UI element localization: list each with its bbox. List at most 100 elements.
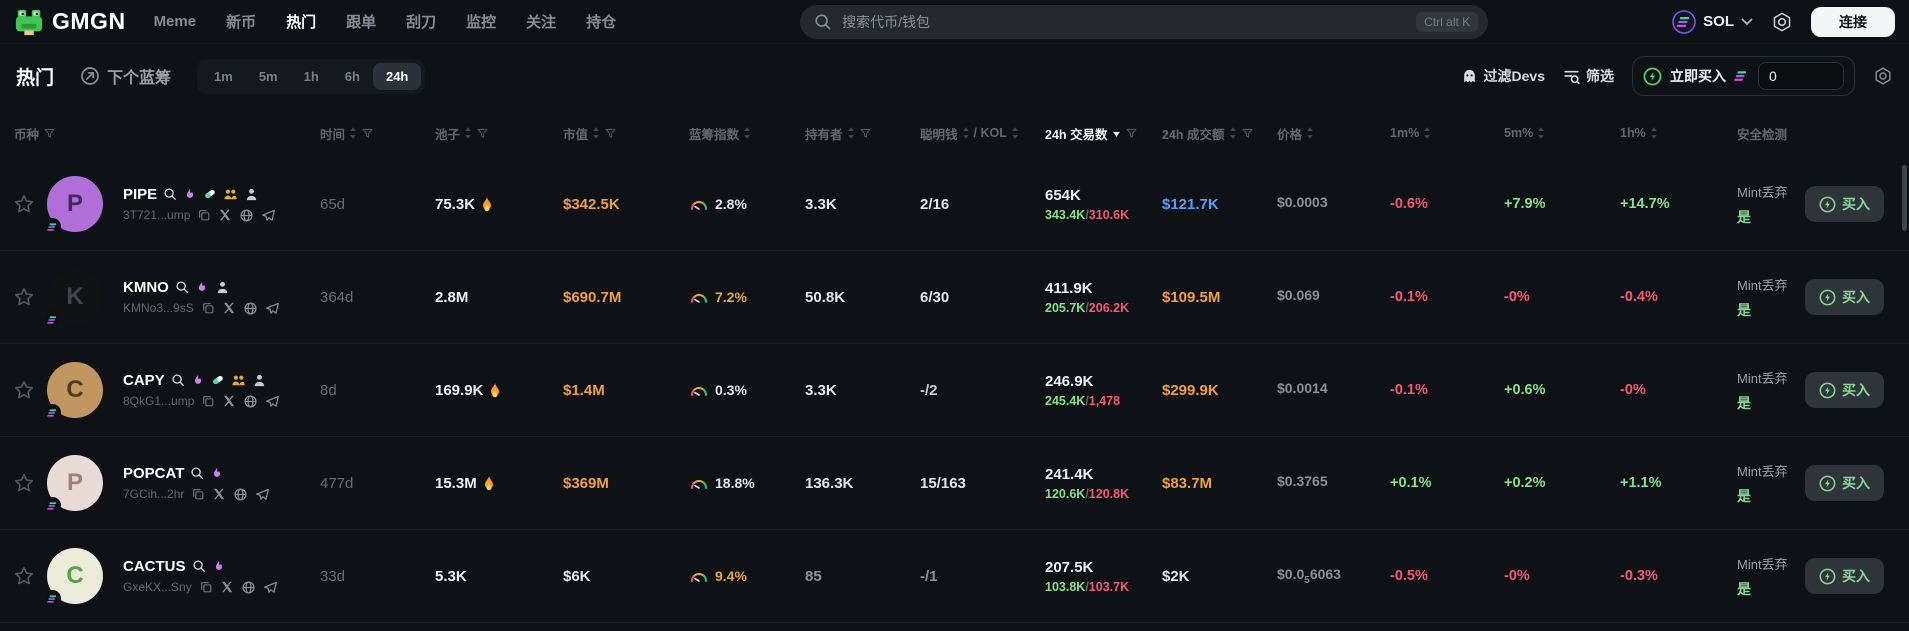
favorite-star-icon[interactable] [14,194,34,214]
timeframe-5m[interactable]: 5m [246,63,291,90]
sort-icon[interactable] [1011,126,1019,140]
copy-icon[interactable] [201,394,215,408]
funnel-icon[interactable] [604,127,617,140]
funnel-icon[interactable] [361,127,374,140]
nav-item-meme[interactable]: Meme [154,13,197,30]
header-pool[interactable]: 池子 [435,124,563,143]
twitter-x-icon[interactable] [222,301,236,315]
favorite-star-icon[interactable] [14,380,34,400]
filter-devs-button[interactable]: 过滤Devs [1461,66,1545,86]
timeframe-24h[interactable]: 24h [372,62,422,90]
token-name[interactable]: CAPY [123,372,165,389]
token-avatar[interactable]: P [44,176,103,232]
header-volume[interactable]: 24h 成交额 [1162,124,1277,143]
website-globe-icon[interactable] [233,487,248,502]
sort-icon[interactable] [464,126,472,140]
buy-now-label[interactable]: 立即买入 [1670,66,1726,86]
buy-amount-input[interactable] [1758,62,1844,90]
sort-icon[interactable] [1306,126,1314,140]
tab-next-bluechip[interactable]: 下个蓝筹 [80,64,171,88]
token-name[interactable]: POPCAT [123,465,184,482]
filter-button[interactable]: 筛选 [1563,66,1614,86]
telegram-icon[interactable] [265,394,280,409]
table-row[interactable]: P PIPE 3T721...ump 65d 75.3K $342.5K 2.8… [0,158,1909,251]
website-globe-icon[interactable] [243,301,258,316]
sort-icon[interactable] [743,126,751,140]
table-settings-gear-icon[interactable] [1873,66,1893,86]
header-5m[interactable]: 5m% [1504,126,1620,140]
table-row[interactable]: C CACTUS GxeKX...Sny 33d 5.3K $6K 9.4% 8… [0,530,1909,623]
tab-trending[interactable]: 热门 [16,63,54,90]
sort-icon[interactable] [1650,126,1658,140]
buy-button[interactable]: 买入 [1805,279,1884,315]
timeframe-1h[interactable]: 1h [291,63,332,90]
buy-button[interactable]: 买入 [1805,465,1884,501]
copy-icon[interactable] [197,208,211,222]
twitter-x-icon[interactable] [222,394,236,408]
buy-button[interactable]: 买入 [1805,558,1884,594]
timeframe-1m[interactable]: 1m [201,63,246,90]
copy-icon[interactable] [201,301,215,315]
header-holders[interactable]: 持有者 [805,124,920,143]
buy-button[interactable]: 买入 [1805,186,1884,222]
sort-desc-icon[interactable] [1112,129,1121,138]
token-address[interactable]: 3T721...ump [123,208,190,222]
website-globe-icon[interactable] [243,394,258,409]
telegram-icon[interactable] [265,301,280,316]
token-name[interactable]: KMNO [123,279,169,296]
header-coin[interactable]: 币种 [0,124,320,143]
token-name[interactable]: CACTUS [123,558,186,575]
nav-item-new[interactable]: 新币 [226,11,256,32]
sort-icon[interactable] [349,126,357,140]
favorite-star-icon[interactable] [14,566,34,586]
table-row[interactable]: K KMNO KMNo3...9sS 364d 2.8M $690.7M 7.2… [0,251,1909,344]
funnel-icon[interactable] [1125,127,1138,140]
website-globe-icon[interactable] [241,580,256,595]
chain-selector[interactable]: SOL [1672,10,1753,34]
token-address[interactable]: GxeKX...Sny [123,580,192,594]
favorite-star-icon[interactable] [14,473,34,493]
vertical-scrollbar[interactable] [1902,165,1907,231]
token-name[interactable]: PIPE [123,186,157,203]
sort-icon[interactable] [1537,126,1545,140]
header-smart-kol[interactable]: 聪明钱 / KOL [920,124,1045,143]
token-avatar[interactable]: C [44,548,103,604]
token-avatar[interactable]: C [44,362,103,418]
twitter-x-icon[interactable] [220,580,234,594]
sort-icon[interactable] [1423,126,1431,140]
token-avatar[interactable]: P [44,455,103,511]
twitter-x-icon[interactable] [212,487,226,501]
token-search-icon[interactable] [163,187,177,201]
sort-icon[interactable] [847,126,855,140]
header-bluechip[interactable]: 蓝筹指数 [689,124,805,143]
nav-item-sniper[interactable]: 刮刀 [406,11,436,32]
sort-icon[interactable] [592,126,600,140]
timeframe-6h[interactable]: 6h [332,63,373,90]
header-mcap[interactable]: 市值 [563,124,689,143]
connect-wallet-button[interactable]: 连接 [1810,6,1895,37]
token-search-icon[interactable] [171,373,185,387]
search-input[interactable] [842,13,1407,30]
website-globe-icon[interactable] [239,208,254,223]
buy-button[interactable]: 买入 [1805,372,1884,408]
table-row[interactable]: P POPCAT 7GCih...2hr 477d 15.3M $369M 18… [0,437,1909,530]
copy-icon[interactable] [191,487,205,501]
favorite-star-icon[interactable] [14,287,34,307]
funnel-icon[interactable] [859,127,872,140]
header-1h[interactable]: 1h% [1620,126,1737,140]
twitter-x-icon[interactable] [218,208,232,222]
nav-item-copytrade[interactable]: 跟单 [346,11,376,32]
telegram-icon[interactable] [255,487,270,502]
token-address[interactable]: KMNo3...9sS [123,301,194,315]
header-age[interactable]: 时间 [320,124,435,143]
token-avatar[interactable]: K [44,269,103,325]
header-price[interactable]: 价格 [1277,124,1390,143]
token-address[interactable]: 7GCih...2hr [123,487,184,501]
token-search-icon[interactable] [190,466,204,480]
token-address[interactable]: 8QkG1...ump [123,394,194,408]
nav-item-trending[interactable]: 热门 [286,11,316,32]
telegram-icon[interactable] [263,580,278,595]
nav-item-holdings[interactable]: 持仓 [586,11,616,32]
nav-item-follow[interactable]: 关注 [526,11,556,32]
search-box[interactable]: Ctrl alt K [800,4,1489,39]
